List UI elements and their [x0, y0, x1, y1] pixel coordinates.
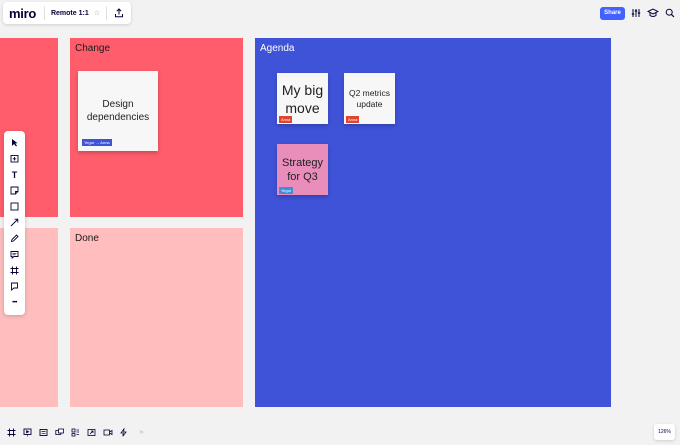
sticky-note[interactable]: Design dependencies Yegor → Anna: [78, 71, 158, 151]
frame-done[interactable]: Done: [70, 228, 243, 407]
present-icon[interactable]: [21, 426, 34, 439]
share-button[interactable]: Share: [600, 6, 625, 20]
card-icon[interactable]: [7, 279, 22, 294]
sticky-text: Design dependencies: [86, 99, 150, 123]
connector-icon[interactable]: [7, 215, 22, 230]
sticky-text: My big move: [281, 81, 324, 116]
frames-icon[interactable]: [5, 426, 18, 439]
collapse-icon[interactable]: »: [135, 426, 148, 439]
sticky-note[interactable]: Q2 metrics update Anna: [344, 73, 395, 124]
share-screen-icon[interactable]: [85, 426, 98, 439]
frame-title: Done: [75, 233, 99, 244]
divider: [43, 6, 45, 20]
screens-icon[interactable]: [53, 426, 66, 439]
comment-list-icon[interactable]: [37, 426, 50, 439]
sticky-note-icon[interactable]: [7, 183, 22, 198]
video-icon[interactable]: [101, 426, 114, 439]
sticky-note[interactable]: Strategy for Q3 Yegor: [277, 144, 328, 195]
author-tag: Anna: [346, 116, 360, 123]
divider: [106, 6, 107, 20]
bottom-bar: »: [5, 424, 148, 440]
frame-title: Agenda: [260, 43, 295, 54]
sticky-text: Q2 metrics update: [348, 87, 391, 109]
text-icon[interactable]: T: [7, 167, 22, 182]
author-tag: Anna: [279, 116, 293, 123]
sticky-note[interactable]: My big move Anna: [277, 73, 328, 124]
board-title[interactable]: Remote 1:1: [51, 10, 89, 17]
learning-cap-icon[interactable]: [647, 5, 659, 21]
template-icon[interactable]: [7, 151, 22, 166]
select-icon[interactable]: [7, 135, 22, 150]
lightning-icon[interactable]: [117, 426, 130, 439]
zoom-level[interactable]: 126%: [654, 424, 675, 440]
star-icon[interactable]: ☆: [94, 9, 100, 17]
search-icon[interactable]: [665, 5, 675, 21]
top-right-bar: Share: [600, 4, 675, 22]
author-tag: Yegor: [279, 187, 294, 194]
kanban-icon[interactable]: [69, 426, 82, 439]
board-canvas[interactable]: Change Done Agenda Design dependencies Y…: [0, 0, 680, 445]
frame-title: Change: [75, 43, 111, 54]
export-icon[interactable]: [111, 5, 127, 21]
top-bar: miro Remote 1:1 ☆: [3, 2, 131, 24]
miro-logo[interactable]: miro: [9, 6, 36, 21]
sticky-text: Strategy for Q3: [282, 156, 323, 183]
comment-icon[interactable]: [7, 247, 22, 262]
settings-sliders-icon[interactable]: [631, 5, 641, 21]
left-toolbar: T •••: [4, 131, 25, 315]
pen-icon[interactable]: [7, 231, 22, 246]
more-icon[interactable]: •••: [7, 295, 22, 310]
frame-icon[interactable]: [7, 263, 22, 278]
shape-icon[interactable]: [7, 199, 22, 214]
author-tag: Yegor → Anna: [82, 139, 112, 146]
